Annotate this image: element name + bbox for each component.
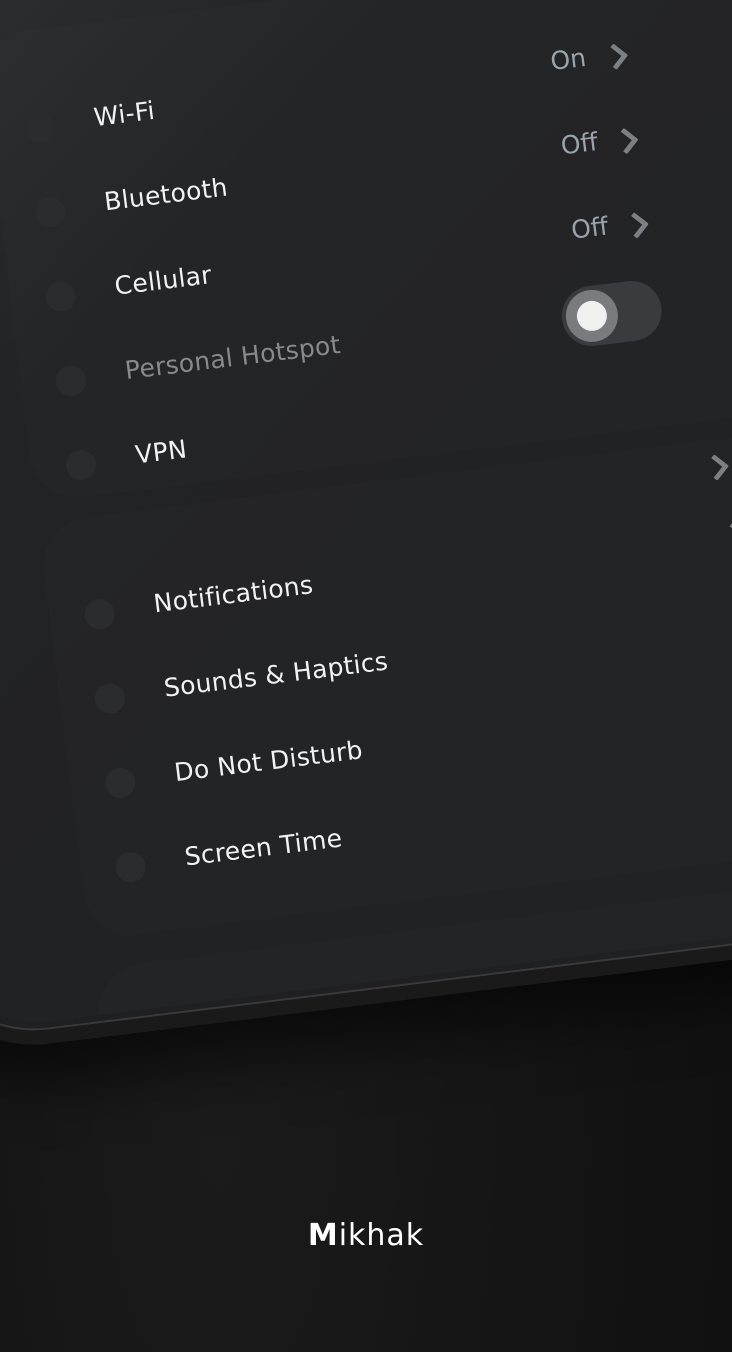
brand-wordmark: Mikhak	[0, 1218, 732, 1253]
brand-initial: M	[307, 1218, 339, 1253]
phone-device: Wi-Fi On Bluetooth Off Cellular Off Pers…	[0, 0, 732, 1060]
wifi-status-value: On	[548, 42, 588, 76]
cellular-status-value: Off	[569, 211, 610, 245]
toggle-knob-center	[575, 299, 609, 333]
connectivity-group	[0, 0, 732, 503]
toggle-knob	[562, 286, 621, 345]
stage: Wi-Fi On Bluetooth Off Cellular Off Pers…	[0, 0, 732, 1352]
settings-screen: Wi-Fi On Bluetooth Off Cellular Off Pers…	[0, 0, 732, 1035]
bluetooth-status-value: Off	[559, 127, 600, 161]
brand-rest: ikhak	[338, 1218, 425, 1253]
